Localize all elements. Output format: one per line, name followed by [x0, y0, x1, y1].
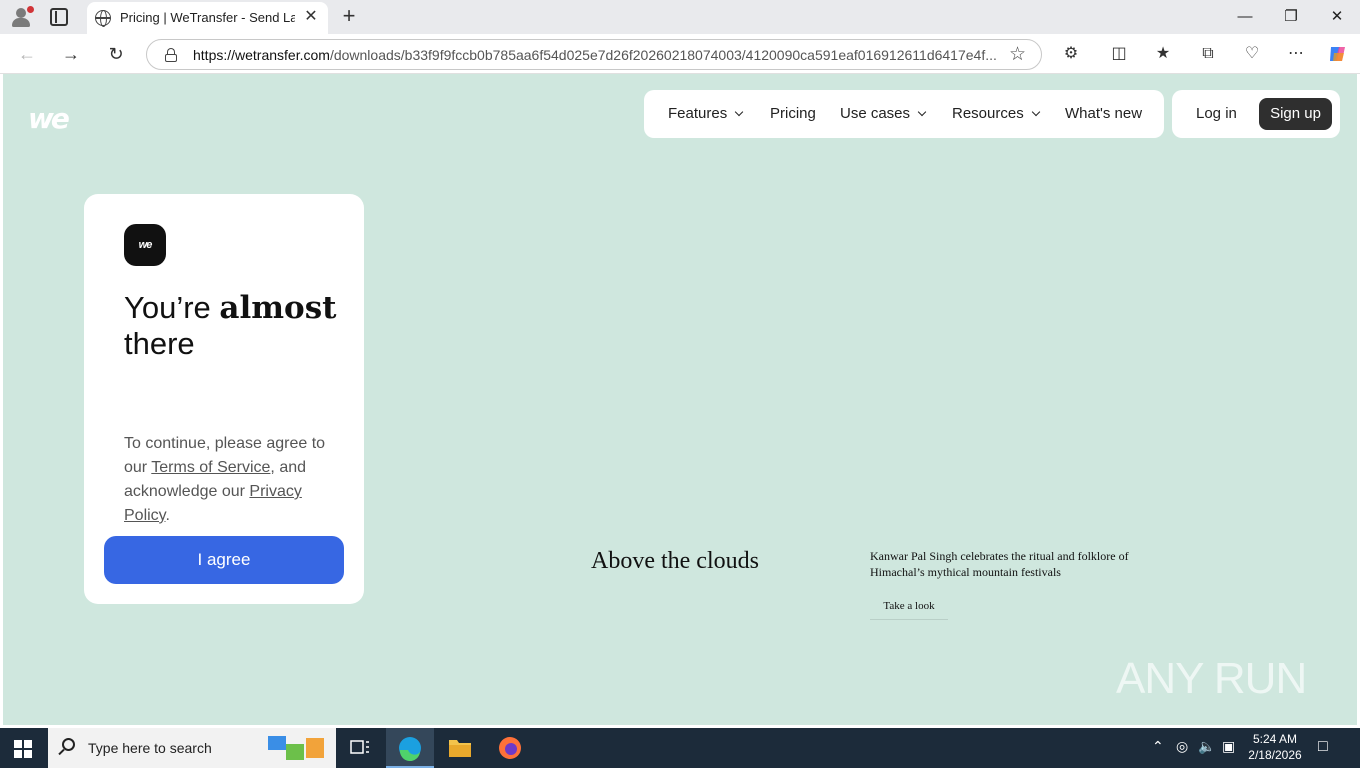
card-agreement-text: To continue, please agree to our Terms o… [124, 435, 326, 524]
firefox-icon[interactable] [486, 728, 534, 768]
volume-icon[interactable]: 🔈 [1198, 738, 1215, 755]
story-title: Above the clouds [591, 548, 759, 574]
chevron-down-icon [1031, 107, 1040, 117]
nav-whats-new[interactable]: What's new [1065, 105, 1142, 122]
lock-icon[interactable] [165, 48, 177, 62]
login-link[interactable]: Log in [1196, 105, 1237, 122]
extensions-icon[interactable]: ⚙ [1058, 41, 1084, 67]
back-icon[interactable]: ← [14, 41, 40, 67]
clock-time: 5:24 AM [1252, 732, 1298, 746]
refresh-icon[interactable]: ↻ [103, 41, 129, 67]
page-content: we Features Pricing Use cases Resources … [3, 74, 1357, 725]
tab-close-icon[interactable]: ✕ [302, 8, 320, 26]
signup-button[interactable]: Sign up [1259, 98, 1332, 130]
nav-use-cases[interactable]: Use cases [840, 105, 927, 122]
anyrun-watermark: ANY RUN [1116, 654, 1307, 703]
meet-now-icon[interactable]: ◎ [1176, 738, 1188, 755]
taskbar-search[interactable]: Type here to search [48, 728, 336, 768]
taskbar: Type here to search ⌃ ◎ 🔈 ▣ 5:24 AM 2/18… [0, 728, 1360, 768]
search-highlight-icon [268, 736, 324, 760]
forward-icon[interactable]: → [58, 41, 84, 67]
nav-resources[interactable]: Resources [952, 105, 1040, 122]
url-text[interactable]: https://wetransfer.com/downloads/b33f9f9… [193, 47, 1003, 63]
minimize-icon[interactable]: — [1230, 4, 1260, 30]
copilot-icon[interactable] [1325, 41, 1351, 67]
tray-chevron-icon[interactable]: ⌃ [1152, 738, 1164, 755]
browser-titlebar: Pricing | WeTransfer - Send Large ✕ + — … [0, 0, 1360, 34]
network-icon[interactable]: ▣ [1222, 738, 1235, 755]
restore-icon[interactable]: ❐ [1276, 4, 1306, 30]
take-a-look-link[interactable]: Take a look [870, 592, 948, 620]
nav-features[interactable]: Features [668, 105, 744, 122]
agree-button[interactable]: I agree [104, 536, 344, 584]
address-bar[interactable]: https://wetransfer.com/downloads/b33f9f9… [146, 39, 1042, 70]
globe-icon [95, 10, 111, 27]
card-heading: You’re almost there [124, 290, 337, 361]
story-description: Kanwar Pal Singh celebrates the ritual a… [870, 549, 1129, 579]
windows-start-icon[interactable] [14, 740, 32, 758]
terms-link[interactable]: Terms of Service [151, 459, 270, 476]
file-explorer-icon[interactable] [436, 728, 484, 768]
chevron-down-icon [917, 107, 927, 117]
search-icon [62, 738, 75, 751]
split-screen-icon[interactable]: ◫ [1106, 41, 1132, 67]
browser-toolbar: ← → ↻ https://wetransfer.com/downloads/b… [0, 34, 1360, 74]
chevron-down-icon [734, 107, 744, 117]
card-logo: we [124, 224, 166, 266]
favorites-icon[interactable]: ★ [1150, 41, 1176, 67]
edge-icon[interactable] [386, 728, 434, 768]
search-placeholder: Type here to search [88, 740, 212, 756]
profile-icon[interactable] [10, 6, 34, 28]
tab-title: Pricing | WeTransfer - Send Large [120, 10, 295, 25]
favorite-star-icon[interactable]: ☆ [1009, 43, 1026, 66]
auth-nav: Log in Sign up [1172, 90, 1340, 138]
browser-tab[interactable]: Pricing | WeTransfer - Send Large ✕ [87, 2, 328, 34]
clock-date: 2/18/2026 [1248, 748, 1302, 762]
collections-icon[interactable]: ⧉ [1195, 41, 1221, 67]
performance-icon[interactable]: ♡ [1239, 41, 1265, 67]
main-nav: Features Pricing Use cases Resources Wha… [644, 90, 1164, 138]
agreement-card: we You’re almost there To continue, pleas… [84, 194, 364, 604]
task-view-icon[interactable] [336, 728, 384, 768]
nav-pricing[interactable]: Pricing [770, 105, 816, 122]
notifications-icon[interactable]: □ [1318, 738, 1328, 756]
taskbar-clock[interactable]: 5:24 AM 2/18/2026 [1240, 731, 1310, 763]
close-window-icon[interactable]: ✕ [1322, 4, 1352, 30]
tab-actions-icon[interactable] [50, 8, 68, 26]
new-tab-icon[interactable]: + [338, 5, 360, 27]
more-icon[interactable]: ⋯ [1283, 41, 1309, 67]
wetransfer-logo[interactable]: we [28, 102, 70, 135]
